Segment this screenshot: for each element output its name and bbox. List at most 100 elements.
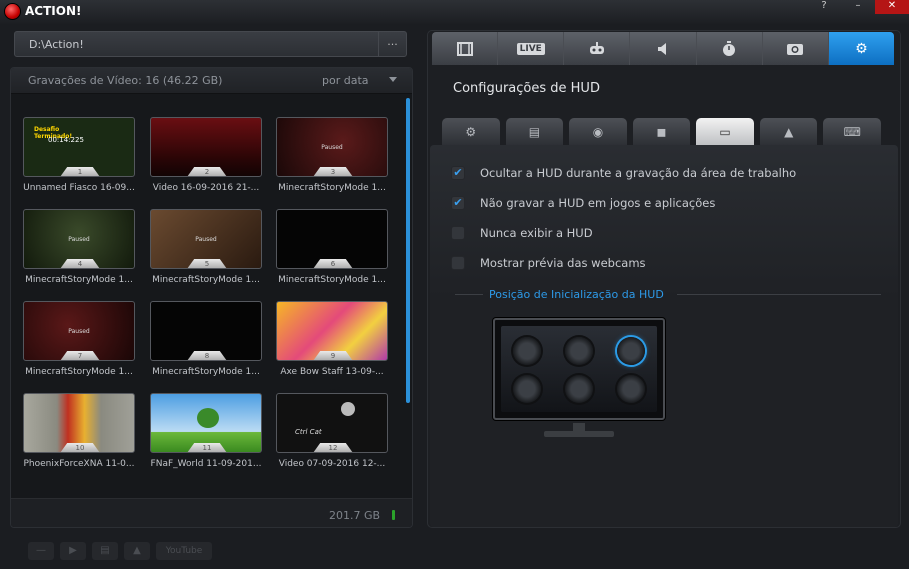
video-item[interactable]: Desafio Terminado! 00:14:225 1 Unnamed F…: [23, 117, 135, 195]
window-controls: ? – ✕: [807, 0, 909, 14]
chevron-down-icon[interactable]: [389, 77, 397, 82]
output-path-bar[interactable]: D:\Action! ...: [14, 31, 407, 57]
subtab-video[interactable]: ▤: [505, 118, 564, 145]
video-thumbnail[interactable]: Ctrl Cat 12: [276, 393, 388, 453]
tab-settings[interactable]: ⚙: [828, 32, 894, 65]
video-item[interactable]: Paused 4 MinecraftStoryMode 1...: [23, 209, 135, 287]
subtab-hud[interactable]: ▭: [696, 118, 754, 145]
option-hide-hud-desktop[interactable]: ✔ Ocultar a HUD durante a gravação da ár…: [451, 165, 796, 181]
video-number-badge: 7: [60, 351, 100, 360]
tab-screenshot[interactable]: [762, 32, 829, 65]
subtab-general[interactable]: ⚙: [442, 118, 500, 145]
divider: [677, 294, 881, 295]
video-thumbnail[interactable]: 10: [23, 393, 135, 453]
hud-position-bottom-center[interactable]: [565, 375, 593, 403]
subtab-audio[interactable]: ◼: [632, 118, 691, 145]
option-never-show-hud[interactable]: Nunca exibir a HUD: [451, 225, 593, 241]
hud-position-top-left[interactable]: [513, 337, 541, 365]
video-thumbnail[interactable]: Desafio Terminado! 00:14:225 1: [23, 117, 135, 177]
video-number-badge: 6: [313, 259, 353, 268]
video-item[interactable]: Paused 7 MinecraftStoryMode 1...: [23, 301, 135, 379]
help-button[interactable]: ?: [807, 0, 841, 14]
video-number-badge: 12: [313, 443, 353, 452]
thumbnail-overlay-text: Ctrl Cat: [295, 428, 322, 436]
video-name: MinecraftStoryMode 1...: [25, 275, 133, 285]
video-item[interactable]: 2 Video 16-09-2016 21-...: [150, 117, 262, 195]
subtab-upload[interactable]: ▲: [759, 118, 818, 145]
hud-position-bottom-left[interactable]: [513, 375, 541, 403]
video-name: Axe Bow Staff 13-09-...: [280, 367, 384, 377]
video-name: MinecraftStoryMode 1...: [152, 275, 260, 285]
video-item[interactable]: 8 MinecraftStoryMode 1...: [150, 301, 262, 379]
checkbox[interactable]: [451, 226, 465, 240]
video-number-badge: 11: [187, 443, 227, 452]
youtube-upload-button[interactable]: YouTube: [156, 542, 212, 560]
stopwatch-icon: [723, 40, 736, 56]
video-name: MinecraftStoryMode 1...: [25, 367, 133, 377]
recordings-count: Gravações de Vídeo: 16 (46.22 GB): [28, 74, 223, 87]
video-number-badge: 8: [187, 351, 227, 360]
video-thumbnail[interactable]: 2: [150, 117, 262, 177]
subtab-hotkeys[interactable]: ⌨: [823, 118, 882, 145]
hud-position-top-center[interactable]: [565, 337, 593, 365]
checkbox[interactable]: [451, 256, 465, 270]
option-label: Mostrar prévia das webcams: [480, 256, 646, 270]
live-label: LIVE: [516, 42, 545, 55]
video-number-badge: 1: [60, 167, 100, 176]
hud-position-bottom-right[interactable]: [617, 375, 645, 403]
video-thumbnail[interactable]: Paused 5: [150, 209, 262, 269]
checkbox[interactable]: ✔: [451, 166, 465, 180]
subtab-webcam[interactable]: ◉: [569, 118, 627, 145]
play-button[interactable]: ▶: [60, 542, 86, 560]
video-thumbnail[interactable]: 9: [276, 301, 388, 361]
tab-live-streaming[interactable]: LIVE: [498, 32, 565, 65]
video-item[interactable]: 9 Axe Bow Staff 13-09-...: [276, 301, 388, 379]
settings-panel: LIVE ⚙ Configurações de HUD ⚙ ▤ ◉ ◼ ▭ ▲ …: [427, 30, 901, 528]
monitor-screen: [501, 326, 657, 412]
hud-settings-content: ✔ Ocultar a HUD durante a gravação da ár…: [430, 145, 898, 527]
video-item[interactable]: 11 FNaF_World 11-09-201...: [150, 393, 262, 471]
video-item[interactable]: Paused 5 MinecraftStoryMode 1...: [150, 209, 262, 287]
browse-path-button[interactable]: ...: [378, 32, 406, 56]
tree-icon: [197, 408, 219, 428]
tab-video-recording[interactable]: [432, 32, 499, 65]
upload-button[interactable]: ▲: [124, 542, 150, 560]
minimize-button[interactable]: –: [841, 0, 875, 14]
tab-game[interactable]: [564, 32, 631, 65]
video-item[interactable]: 10 PhoenixForceXNA 11-0...: [23, 393, 135, 471]
recordings-panel: Gravações de Vídeo: 16 (46.22 GB) por da…: [10, 67, 413, 528]
video-item[interactable]: 6 MinecraftStoryMode 1...: [276, 209, 388, 287]
video-thumbnail[interactable]: Paused 4: [23, 209, 135, 269]
delete-button[interactable]: —: [28, 542, 54, 560]
checkbox[interactable]: ✔: [451, 196, 465, 210]
video-item[interactable]: Ctrl Cat 12 Video 07-09-2016 12-...: [276, 393, 388, 471]
tab-benchmark[interactable]: [696, 32, 763, 65]
video-thumbnail[interactable]: Paused 7: [23, 301, 135, 361]
sort-dropdown[interactable]: por data: [322, 74, 369, 87]
video-thumbnail[interactable]: 6: [276, 209, 388, 269]
film-icon: ▤: [528, 124, 541, 139]
close-button[interactable]: ✕: [875, 0, 909, 14]
paused-label: Paused: [68, 236, 90, 243]
video-name: MinecraftStoryMode 1...: [278, 275, 386, 285]
tab-audio[interactable]: [630, 32, 697, 65]
hud-position-top-right[interactable]: [617, 337, 645, 365]
option-no-record-hud[interactable]: ✔ Não gravar a HUD em jogos e aplicações: [451, 195, 715, 211]
video-name: MinecraftStoryMode 1...: [152, 367, 260, 377]
video-number-badge: 9: [313, 351, 353, 360]
recordings-scrollbar[interactable]: [406, 98, 410, 403]
video-thumbnail[interactable]: Paused 3: [276, 117, 388, 177]
open-folder-button[interactable]: ▤: [92, 542, 118, 560]
gamepad-icon: [589, 41, 604, 54]
recordings-footer: 201.7 GB: [11, 498, 412, 527]
divider: [455, 294, 483, 295]
hud-position-title: Posição de Inicialização da HUD: [489, 288, 664, 301]
video-name: Video 16-09-2016 21-...: [152, 183, 260, 193]
video-item[interactable]: Paused 3 MinecraftStoryMode 1...: [276, 117, 388, 195]
video-thumbnail[interactable]: 8: [150, 301, 262, 361]
video-number-badge: 3: [313, 167, 353, 176]
video-thumbnail[interactable]: 11: [150, 393, 262, 453]
thumbnail-overlay-time: 00:14:225: [48, 136, 84, 144]
option-webcam-preview[interactable]: Mostrar prévia das webcams: [451, 255, 646, 271]
free-space-value: 201.7 GB: [329, 509, 381, 522]
